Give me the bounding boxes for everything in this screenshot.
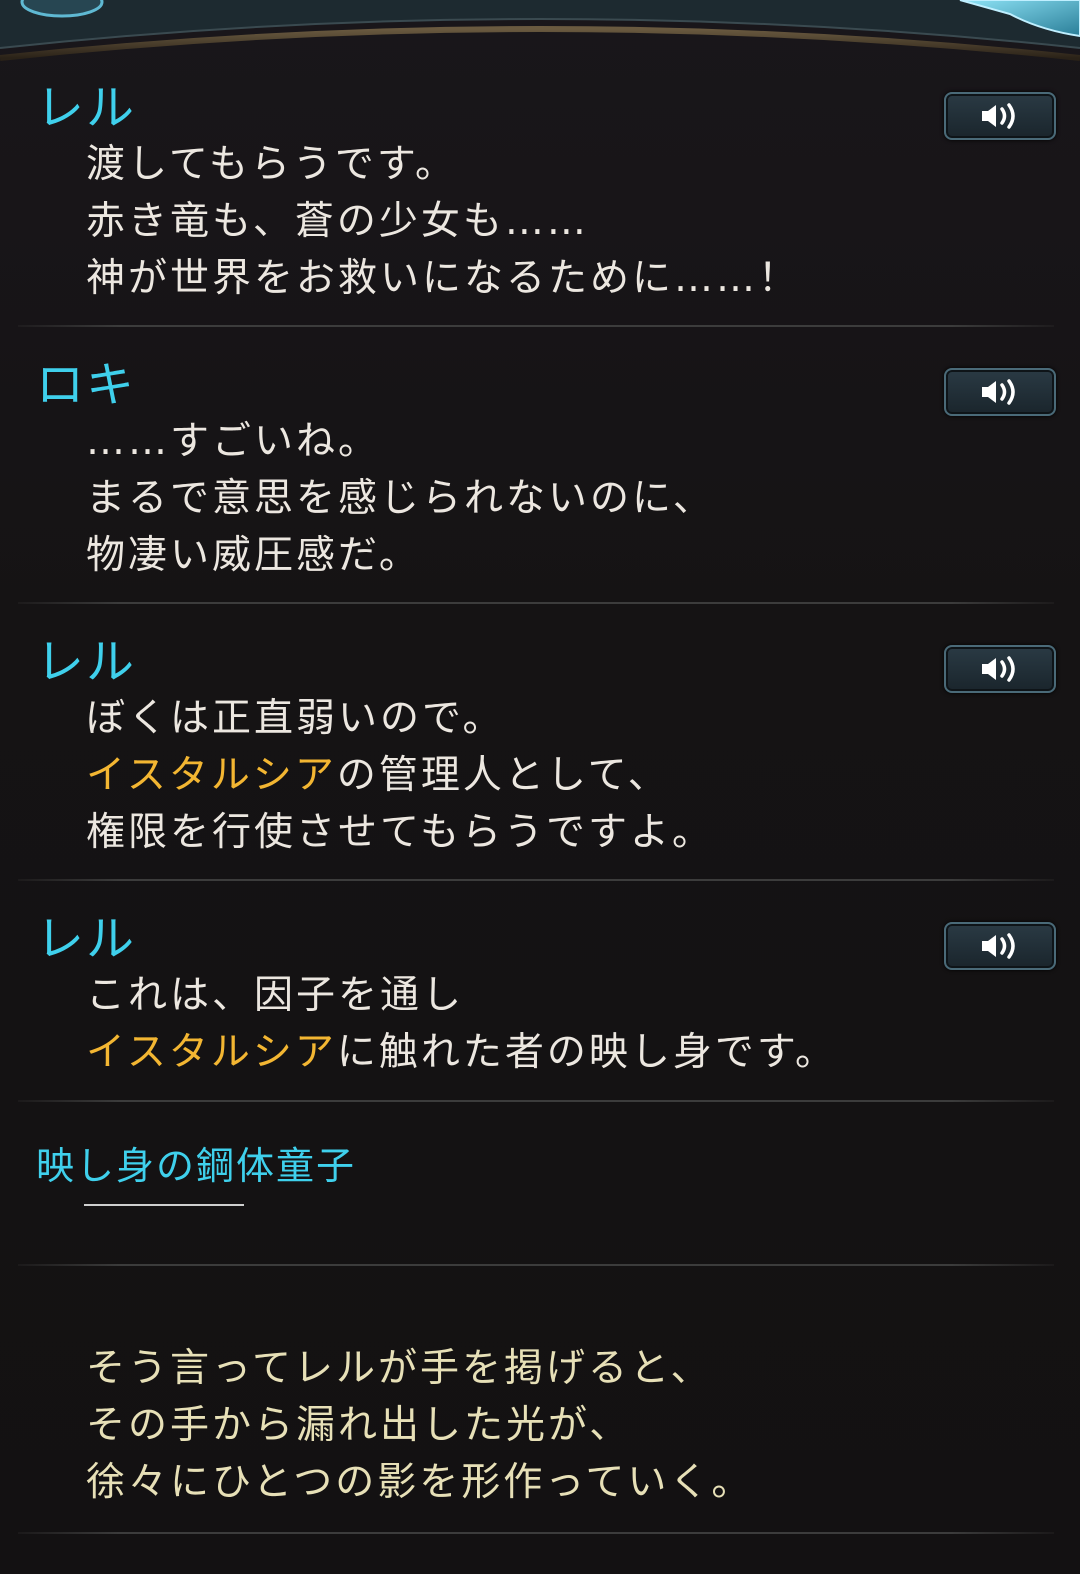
narration-block: そう言ってレルが手を掲げると、 その手から漏れ出した光が、徐々にひとつの影を形作っ… xyxy=(0,1340,753,1511)
narration-line: 徐々にひとつの影を形作っていく。 xyxy=(86,1460,754,1505)
entry-divider xyxy=(18,879,1054,881)
log-entry: レル ぼくは正直弱いので。 イスタルシアの管理人として、 権限を行使させてもらうですよ… xyxy=(0,634,1080,861)
dialogue-line: 赤き竜も、蒼の少女も…… xyxy=(36,193,1080,250)
dialogue-line: 権限を行使させてもらうですよ。 xyxy=(36,804,1080,861)
speaker-name: レル xyxy=(36,911,137,967)
voice-replay-button[interactable] xyxy=(944,645,1056,693)
entry-divider xyxy=(18,602,1054,604)
log-entry: ロキ ……すごいね。まるで意思を感じられないのに、 物凄い威圧感だ。 xyxy=(0,357,1080,584)
dialogue-line: 物凄い威圧感だ。 xyxy=(36,527,1080,584)
dialogue-line: 渡してもらうです。 xyxy=(36,136,1080,193)
highlighted-term: イスタルシア xyxy=(86,1030,337,1075)
dialogue-text: 権限を行使させてもらうですよ。 xyxy=(86,810,715,855)
name-underline xyxy=(84,1204,244,1206)
backlog-screen: レル 渡してもらうです。 赤き竜も、蒼の少女も…… 神が世界をお救いになるために……！… xyxy=(0,0,1080,1574)
log-entry: レル これは、因子を通し イスタルシアに触れた者の映し身です。 xyxy=(0,911,1080,1081)
dialogue-line: まるで意思を感じられないのに、 xyxy=(36,470,1080,527)
narration-line: そう言ってレルが手を掲げると、 xyxy=(86,1346,713,1391)
speaker-icon xyxy=(974,654,1026,684)
speaker-name: 映し身の鋼体童子 xyxy=(36,1144,357,1188)
dialogue-text: の管理人として、 xyxy=(336,753,670,798)
dialogue-line: ぼくは正直弱いので。 xyxy=(36,690,1080,747)
dialogue-text: 物凄い威圧感だ。 xyxy=(86,533,421,578)
dialogue-line: これは、因子を通し xyxy=(36,967,1080,1024)
speaker-name: レル xyxy=(36,80,137,136)
voice-replay-button[interactable] xyxy=(944,92,1056,140)
entry-divider xyxy=(18,1100,1054,1102)
highlighted-term: イスタルシア xyxy=(86,753,337,798)
dialogue-text: まるで意思を感じられないのに、 xyxy=(86,476,715,521)
dialogue-text: 赤き竜も、蒼の少女も…… xyxy=(86,199,589,244)
speaker-icon xyxy=(974,101,1026,131)
header-ornament xyxy=(0,0,1080,80)
log-entry: 映し身の鋼体童子 xyxy=(0,1134,1080,1198)
log-entry: レル渡してもらうです。赤き竜も、蒼の少女も…… 神が世界をお救いになるために……！ xyxy=(0,80,1080,307)
speaker-name: ロキ xyxy=(36,357,137,413)
dialogue-text: ……すごいね。 xyxy=(86,419,381,464)
voice-replay-button[interactable] xyxy=(944,922,1056,970)
dialogue-line: ……すごいね。 xyxy=(36,413,1080,470)
dialogue-line: イスタルシアに触れた者の映し身です。 xyxy=(36,1024,1080,1081)
speaker-name: レル xyxy=(36,634,137,690)
entry-divider xyxy=(18,1264,1054,1266)
speaker-icon xyxy=(974,931,1026,961)
dialogue-text: ぼくは正直弱いので。 xyxy=(86,696,505,741)
entry-divider xyxy=(18,1532,1054,1534)
entry-divider xyxy=(18,325,1054,327)
dialogue-line: イスタルシアの管理人として、 xyxy=(36,747,1080,804)
dialogue-text: 渡してもらうです。 xyxy=(86,142,457,187)
dialogue-line: 神が世界をお救いになるために……！ xyxy=(36,250,1080,307)
dialogue-text: 神が世界をお救いになるために……！ xyxy=(86,256,801,301)
dialogue-text: これは、因子を通し xyxy=(86,973,465,1018)
voice-replay-button[interactable] xyxy=(944,368,1056,416)
narration-line: その手から漏れ出した光が、 xyxy=(86,1403,632,1448)
speaker-icon xyxy=(974,377,1026,407)
dialogue-text: に触れた者の映し身です。 xyxy=(336,1030,837,1075)
